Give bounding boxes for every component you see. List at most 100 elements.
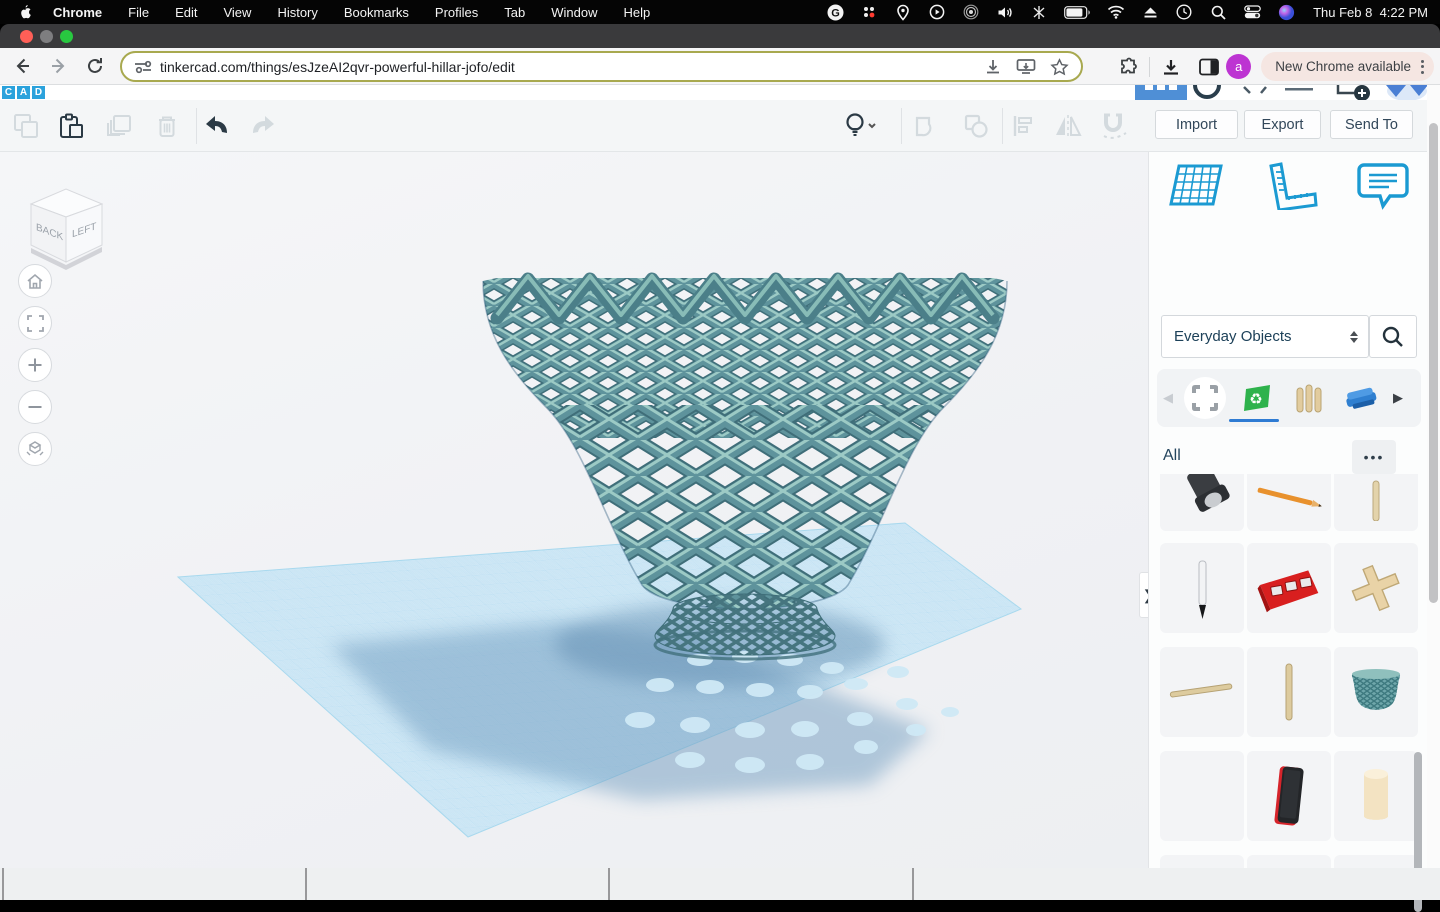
redo-button[interactable] [244, 107, 282, 145]
menu-item-file[interactable]: File [128, 5, 149, 20]
perspective-toggle-button[interactable] [18, 432, 52, 466]
eject-icon[interactable] [1141, 3, 1159, 21]
downloads-tray-icon[interactable] [1160, 57, 1182, 77]
shape-pencil-diagonal[interactable] [1247, 474, 1331, 531]
reload-button[interactable] [81, 52, 109, 80]
scene-3d[interactable] [0, 152, 1148, 868]
shape-stick-vertical[interactable] [1247, 647, 1331, 737]
profile-avatar[interactable]: a [1226, 54, 1251, 79]
view-cube[interactable]: BACK LEFT [18, 180, 114, 272]
show-hidden-button[interactable] [840, 107, 878, 145]
apple-menu-icon[interactable] [18, 4, 33, 20]
volume-icon[interactable] [996, 3, 1014, 21]
control-center-icon[interactable] [1243, 3, 1261, 21]
zoom-in-button[interactable] [18, 348, 52, 382]
browser-menu-icon[interactable] [1421, 60, 1424, 74]
shape-basket-blue[interactable] [1247, 855, 1331, 868]
location-icon[interactable] [894, 3, 912, 21]
ruler-tool-icon[interactable] [1261, 162, 1319, 210]
fit-view-button[interactable] [18, 306, 52, 340]
download-page-icon[interactable] [984, 58, 1002, 76]
copy-button[interactable] [7, 107, 45, 145]
shape-pen[interactable] [1160, 543, 1244, 633]
menu-item-history[interactable]: History [277, 5, 317, 20]
forward-button[interactable] [45, 52, 73, 80]
shape-phone[interactable] [1247, 751, 1331, 841]
shape-cross[interactable] [1334, 543, 1418, 633]
shape-ruler[interactable] [1334, 855, 1418, 868]
spotlight-icon[interactable] [1209, 3, 1227, 21]
side-panel-icon[interactable] [1198, 57, 1220, 77]
header-avatar-partial[interactable] [1193, 85, 1221, 100]
viewport-3d[interactable]: BACK LEFT [0, 152, 1148, 868]
paste-button[interactable] [52, 107, 90, 145]
menu-item-profiles[interactable]: Profiles [435, 5, 478, 20]
shape-stick-diagonal[interactable] [1160, 647, 1244, 737]
ungroup-button[interactable] [957, 107, 995, 145]
window-titlebar[interactable] [0, 24, 1440, 48]
back-button[interactable] [8, 52, 36, 80]
shape-lego-brick[interactable] [1247, 543, 1331, 633]
category-select[interactable]: Everyday Objects [1161, 315, 1369, 358]
category-tab-stapler[interactable] [1335, 372, 1387, 424]
battery-icon[interactable] [1064, 3, 1091, 21]
page-scrollbar-thumb[interactable] [1429, 123, 1438, 603]
menu-item-help[interactable]: Help [624, 5, 651, 20]
extensions-icon[interactable] [1117, 56, 1139, 78]
menu-item-edit[interactable]: Edit [175, 5, 197, 20]
header-view-toggle[interactable] [1135, 85, 1187, 100]
shape-blank[interactable] [1160, 751, 1244, 841]
search-shapes-button[interactable] [1369, 315, 1417, 358]
url-text[interactable]: tinkercad.com/things/esJzeAI2qvr-powerfu… [160, 59, 984, 75]
zoom-window-button[interactable] [60, 30, 73, 43]
tinkercad-logo[interactable]: CAD [2, 86, 45, 99]
menu-item-chrome[interactable]: Chrome [53, 5, 102, 20]
section-options-button[interactable]: ••• [1352, 440, 1396, 474]
panel-collapse-handle[interactable]: ❯ [1139, 572, 1148, 618]
menu-item-tab[interactable]: Tab [504, 5, 525, 20]
grammarly-icon[interactable]: G [826, 3, 844, 21]
undo-button[interactable] [198, 107, 236, 145]
close-window-button[interactable] [20, 30, 33, 43]
menu-item-window[interactable]: Window [551, 5, 597, 20]
minimize-window-button[interactable] [40, 30, 53, 43]
category-tab-featured[interactable] [1179, 372, 1231, 424]
category-scroll-left-icon[interactable]: ◀ [1157, 390, 1179, 406]
shape-basket-teal[interactable] [1334, 647, 1418, 737]
siri-icon[interactable] [1277, 3, 1295, 21]
notes-tool-icon[interactable] [1356, 162, 1410, 210]
shape-cylinder[interactable] [1334, 751, 1418, 841]
address-bar[interactable]: tinkercad.com/things/esJzeAI2qvr-powerfu… [120, 51, 1083, 82]
category-tab-pins[interactable] [1283, 372, 1335, 424]
bluetooth-off-icon[interactable] [1030, 3, 1048, 21]
category-tab-recycle[interactable]: ♻ [1231, 372, 1283, 424]
play-circle-icon[interactable] [928, 3, 946, 21]
workplane-tool-icon[interactable] [1167, 162, 1225, 210]
header-edit-partial[interactable] [1240, 85, 1280, 100]
shape-camera[interactable] [1160, 474, 1244, 531]
install-app-icon[interactable] [1016, 58, 1036, 75]
menu-item-bookmarks[interactable]: Bookmarks [344, 5, 409, 20]
app-dots-icon[interactable] [860, 3, 878, 21]
category-scroll-right-icon[interactable]: ▶ [1387, 390, 1409, 406]
snap-magnet-button[interactable] [1096, 107, 1134, 145]
page-scrollbar[interactable] [1427, 85, 1440, 868]
home-view-button[interactable] [18, 264, 52, 298]
delete-button[interactable] [148, 107, 186, 145]
import-button[interactable]: Import [1155, 110, 1238, 139]
bookmark-star-icon[interactable] [1050, 58, 1069, 76]
menu-clock[interactable]: Thu Feb 8 4:22 PM [1313, 5, 1428, 20]
align-button[interactable] [1004, 107, 1042, 145]
send-to-button[interactable]: Send To [1330, 110, 1413, 139]
chrome-update-button[interactable]: New Chrome available [1261, 52, 1434, 81]
zoom-out-button[interactable] [18, 390, 52, 424]
group-button[interactable] [907, 107, 945, 145]
clock-icon[interactable] [1175, 3, 1193, 21]
wifi-icon[interactable] [1107, 3, 1125, 21]
menu-item-view[interactable]: View [223, 5, 251, 20]
podcasts-icon[interactable] [962, 3, 980, 21]
duplicate-button[interactable] [100, 107, 138, 145]
header-add-partial[interactable] [1336, 85, 1378, 101]
site-settings-icon[interactable] [134, 59, 152, 75]
mirror-button[interactable] [1049, 107, 1087, 145]
